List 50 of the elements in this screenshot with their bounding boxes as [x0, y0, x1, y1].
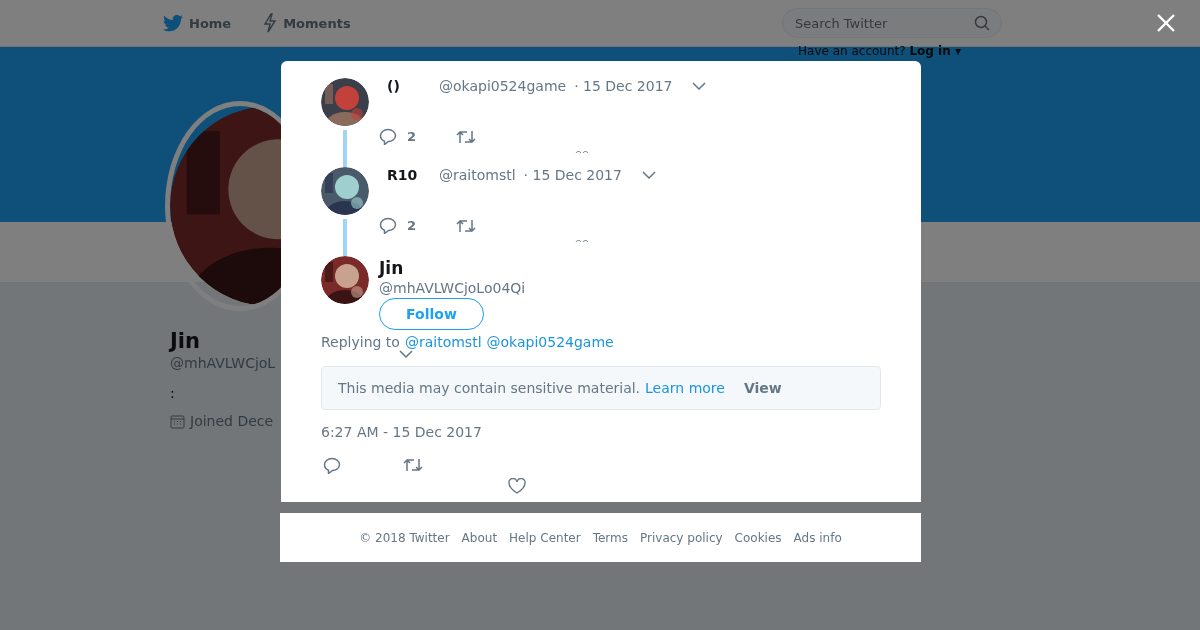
profile-handle: @mhAVLWCjoL — [170, 355, 276, 371]
replying-label: Replying to — [321, 334, 400, 350]
footer-link[interactable]: © 2018 Twitter — [359, 530, 450, 545]
lightning-icon — [263, 13, 278, 33]
reply-icon[interactable] — [379, 217, 397, 234]
footer-link[interactable]: Privacy policy — [640, 530, 723, 545]
squiggle-icon — [575, 239, 589, 243]
profile-name: Jin — [170, 329, 200, 353]
user-handle[interactable]: @raitomstl — [439, 167, 516, 183]
calendar-icon — [170, 413, 185, 429]
nav-link[interactable]: Home — [163, 0, 232, 46]
user-name[interactable]: () — [387, 78, 431, 94]
user-name[interactable]: Jin — [379, 258, 526, 278]
squiggle-icon — [575, 150, 589, 154]
retweet-icon[interactable] — [456, 217, 477, 234]
follow-button[interactable]: Follow — [379, 298, 484, 330]
retweet-icon[interactable] — [403, 457, 423, 473]
footer-link[interactable]: Ads info — [793, 530, 842, 545]
view-button[interactable]: View — [743, 380, 782, 396]
learn-more-link[interactable]: Learn more — [645, 380, 725, 396]
profile-bio: : — [170, 385, 175, 401]
sensitive-media-text: This media may contain sensitive material. — [338, 380, 641, 396]
user-handle[interactable]: @mhAVLWCjoLo04Qi — [379, 280, 526, 296]
tweet-date[interactable]: · 15 Dec 2017 — [523, 167, 622, 183]
reply-icon[interactable] — [379, 128, 397, 145]
joined-date: Joined Dece — [190, 413, 274, 429]
search-icon[interactable] — [974, 15, 990, 31]
retweet-icon[interactable] — [456, 128, 477, 145]
user-handle[interactable]: @okapi0524game — [439, 78, 567, 94]
user-name[interactable]: R10 — [387, 167, 431, 183]
bird-logo — [163, 14, 183, 32]
footer-link[interactable]: Terms — [592, 530, 628, 545]
caret-icon[interactable] — [641, 171, 656, 179]
close-icon[interactable] — [1156, 13, 1176, 33]
footer-link[interactable]: Help Center — [509, 530, 581, 545]
footer-link[interactable]: About — [461, 530, 498, 545]
search-field[interactable]: Search Twitter — [782, 8, 1002, 38]
heart-icon[interactable] — [508, 478, 526, 494]
nav-link[interactable]: Moments — [263, 0, 351, 46]
login-prompt: Have an account? — [798, 44, 906, 58]
reply-count: 2 — [407, 129, 417, 144]
caret-icon[interactable] — [692, 82, 707, 90]
mention-link[interactable]: @okapi0524game — [486, 334, 614, 350]
footer-link[interactable]: Cookies — [734, 530, 782, 545]
caret-icon[interactable] — [399, 350, 413, 358]
tweet-date[interactable]: · 15 Dec 2017 — [574, 78, 673, 94]
reply-count: 2 — [407, 218, 417, 233]
reply-icon[interactable] — [323, 457, 341, 474]
tweet-timestamp: 6:27 AM - 15 Dec 2017 — [321, 424, 483, 440]
mention-link[interactable]: @raitomstl — [404, 334, 482, 350]
